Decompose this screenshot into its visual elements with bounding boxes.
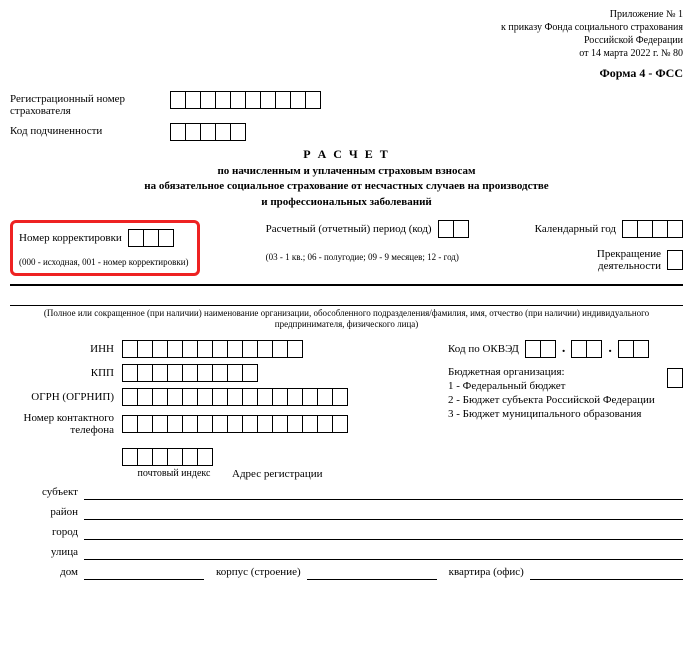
- order-line-2: Российской Федерации: [10, 34, 683, 47]
- building-label: корпус (строение): [216, 566, 307, 578]
- phone-cells[interactable]: [122, 415, 348, 433]
- reg-number-label: Регистрационный номер страхователя: [10, 91, 170, 117]
- dot-icon: .: [606, 341, 614, 357]
- postal-index-cells[interactable]: [122, 448, 213, 466]
- year-label: Календарный год: [535, 223, 616, 235]
- year-cells[interactable]: [622, 220, 683, 238]
- city-label: город: [10, 526, 84, 538]
- house-input[interactable]: [84, 564, 204, 580]
- inn-label: ИНН: [10, 343, 122, 355]
- ids-and-budget: ИНН КПП ОГРН (ОГРНИП) Номер контактног: [10, 340, 683, 442]
- form-code: Форма 4 - ФСС: [10, 66, 683, 81]
- correction-label: Номер корректировки: [19, 232, 122, 244]
- period-row: Номер корректировки (000 - исходная, 001…: [10, 220, 683, 276]
- apartment-label: квартира (офис): [449, 566, 530, 578]
- termination-cell[interactable]: [667, 250, 683, 270]
- apartment-input[interactable]: [530, 564, 683, 580]
- period-label: Расчетный (отчетный) период (код): [266, 223, 432, 235]
- district-label: район: [10, 506, 84, 518]
- termination-label-2: деятельности: [597, 260, 661, 272]
- house-label: дом: [10, 566, 84, 578]
- subject-label: субъект: [10, 486, 84, 498]
- reg-number-cells[interactable]: [170, 91, 321, 109]
- dot-icon: .: [560, 341, 568, 357]
- period-cells[interactable]: [438, 220, 469, 238]
- order-line-3: от 14 марта 2022 г. № 80: [10, 47, 683, 60]
- subject-input[interactable]: [84, 484, 683, 500]
- kpp-label: КПП: [10, 367, 122, 379]
- okved-label: Код по ОКВЭД: [448, 343, 519, 355]
- doc-title: Р А С Ч Е Т: [10, 147, 683, 162]
- order-line-1: к приказу Фонда социального страхования: [10, 21, 683, 34]
- correction-cells[interactable]: [128, 229, 174, 247]
- street-label: улица: [10, 546, 84, 558]
- street-input[interactable]: [84, 544, 683, 560]
- org-name-input[interactable]: [10, 290, 683, 306]
- inn-cells[interactable]: [122, 340, 303, 358]
- appendix-line: Приложение № 1: [10, 8, 683, 21]
- ogrn-cells[interactable]: [122, 388, 348, 406]
- doc-subtitle: по начисленным и уплаченным страховым вз…: [10, 164, 683, 210]
- sub-code-row: Код подчиненности: [10, 123, 683, 141]
- budget-1: 1 - Федеральный бюджет: [448, 380, 661, 392]
- reg-number-row: Регистрационный номер страхователя: [10, 91, 683, 117]
- phone-label-2: телефона: [10, 424, 114, 436]
- ogrn-label: ОГРН (ОГРНИП): [10, 391, 122, 403]
- budget-2: 2 - Бюджет субъекта Российской Федерации: [448, 394, 661, 406]
- correction-highlight: Номер корректировки (000 - исходная, 001…: [10, 220, 200, 276]
- appendix-header: Приложение № 1 к приказу Фонда социально…: [10, 8, 683, 60]
- budget-title: Бюджетная организация:: [448, 366, 661, 378]
- budget-3: 3 - Бюджет муниципального образования: [448, 408, 661, 420]
- building-input[interactable]: [307, 564, 437, 580]
- budget-list: Бюджетная организация: 1 - Федеральный б…: [448, 366, 683, 424]
- budget-cell[interactable]: [667, 368, 683, 390]
- period-hint: (03 - 1 кв.; 06 - полугодие; 09 - 9 меся…: [266, 252, 469, 262]
- okved-cells[interactable]: . .: [525, 340, 649, 358]
- divider: [10, 284, 683, 286]
- city-input[interactable]: [84, 524, 683, 540]
- district-input[interactable]: [84, 504, 683, 520]
- sub-code-cells[interactable]: [170, 123, 246, 141]
- correction-hint: (000 - исходная, 001 - номер корректиров…: [19, 257, 189, 267]
- phone-label-1: Номер контактного: [10, 412, 114, 424]
- termination-label-1: Прекращение: [597, 248, 661, 260]
- sub-code-label: Код подчиненности: [10, 123, 170, 137]
- kpp-cells[interactable]: [122, 364, 258, 382]
- address-reg-label: Адрес регистрации: [226, 468, 328, 480]
- org-name-hint: (Полное или сокращенное (при наличии) на…: [10, 308, 683, 330]
- postal-index-caption: почтовый индекс: [122, 468, 226, 479]
